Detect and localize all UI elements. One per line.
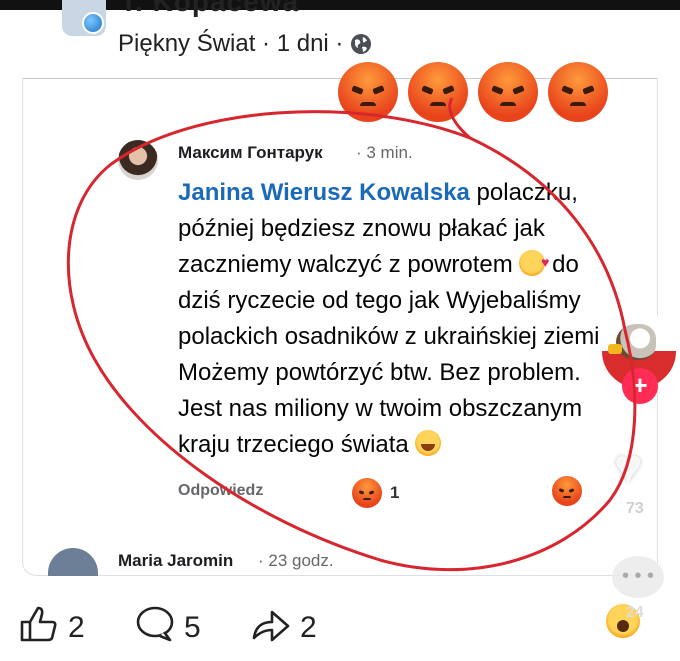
comment-text: Janina Wierusz Kowalska polaczku, późnie… — [178, 175, 628, 463]
comment-count-footer: 5 — [184, 611, 201, 644]
thumbs-up-icon — [18, 604, 60, 652]
next-comment-time: · 23 godz. — [258, 551, 334, 570]
angry-face-icon — [338, 62, 398, 122]
react-angry-button-icon[interactable] — [552, 476, 582, 506]
post-footer: 2 5 2 — [0, 596, 680, 646]
angry-face-icon — [408, 62, 468, 122]
group-avatar[interactable] — [62, 0, 106, 36]
smiling-face-with-hearts-icon — [519, 244, 549, 280]
reply-button[interactable]: Odpowiedz — [178, 482, 263, 500]
heart-icon[interactable]: ♥ — [614, 440, 643, 495]
post-meta: Piękny Świat · 1 dni · — [118, 30, 373, 58]
commenter-avatar[interactable] — [118, 140, 158, 180]
like-count: 73 — [626, 500, 644, 517]
share-count-footer: 2 — [300, 611, 317, 644]
eagle-beak — [608, 344, 622, 354]
comments-bubble-icon[interactable]: • • • — [612, 556, 664, 598]
comment-time: · 3 min. — [356, 143, 413, 162]
comment-text-part-2: do dziś ryczecie od tego jak Wyjebaliśmy… — [178, 251, 607, 458]
share-action[interactable]: 2 — [250, 604, 317, 652]
like-count-footer: 2 — [68, 611, 85, 644]
angry-reactions-row — [338, 62, 608, 122]
mention-link[interactable]: Janina Wierusz Kowalska — [178, 179, 470, 206]
post-author-title[interactable]: T. Kopacewa — [120, 0, 299, 18]
reaction-count[interactable]: 1 — [390, 483, 399, 503]
follow-plus-button[interactable]: + — [622, 368, 658, 404]
angry-face-icon — [478, 62, 538, 122]
post-meta-text: Piękny Świat · 1 dni · — [118, 30, 344, 57]
speech-bubble-icon — [134, 604, 176, 652]
angry-face-icon — [548, 62, 608, 122]
rolling-laughing-face-icon — [415, 430, 442, 456]
eagle-icon — [616, 324, 656, 360]
like-action[interactable]: 2 — [18, 604, 85, 652]
globe-badge-icon — [82, 12, 104, 34]
next-comment-author[interactable]: Maria Jaromin — [118, 551, 233, 571]
share-arrow-icon — [250, 604, 292, 652]
angry-reaction-icon — [352, 478, 382, 508]
comment-action[interactable]: 5 — [134, 604, 201, 652]
globe-icon — [349, 32, 373, 56]
comment-author[interactable]: Максим Гонтарук — [178, 143, 323, 163]
